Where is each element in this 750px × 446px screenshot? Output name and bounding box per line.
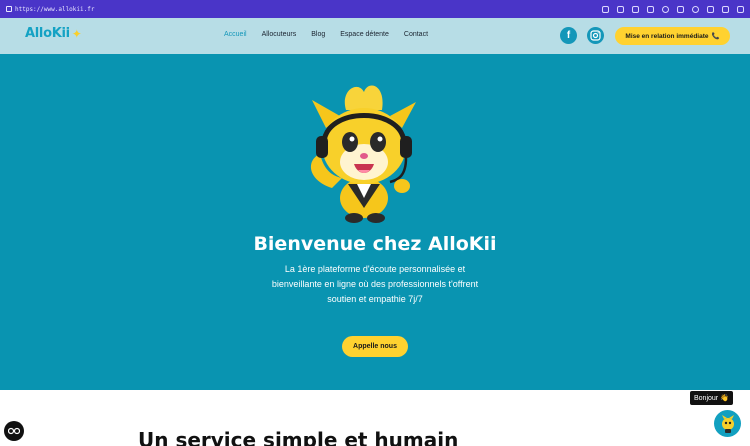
nav-allocuteurs[interactable]: Allocuteurs xyxy=(262,31,297,38)
instant-connect-button[interactable]: Mise en relation immédiate 📞 xyxy=(615,27,730,45)
hero-title: Bienvenue chez AlloKii xyxy=(253,233,497,255)
phone-icon: 📞 xyxy=(711,33,720,40)
chat-button[interactable] xyxy=(714,410,741,437)
logo[interactable]: AlloKii ✦ xyxy=(25,26,82,41)
wave-icon: 👋 xyxy=(720,395,729,402)
settings-icon[interactable] xyxy=(677,5,684,13)
globe-icon[interactable] xyxy=(662,5,669,13)
hero-section: Bienvenue chez AlloKii La 1ère plateform… xyxy=(0,54,750,390)
social-links: f xyxy=(560,27,604,44)
nav-espace-detente[interactable]: Espace détente xyxy=(340,31,389,38)
shield-icon[interactable] xyxy=(707,5,714,13)
nav-blog[interactable]: Blog xyxy=(311,31,325,38)
hero-subtitle: La 1ère plateforme d'écoute personnalisé… xyxy=(271,264,479,304)
mascot-avatar-icon xyxy=(721,414,734,433)
nav-accueil[interactable]: Accueil xyxy=(224,31,247,38)
camera-icon[interactable] xyxy=(632,5,639,13)
chat-tooltip-text: Bonjour xyxy=(694,394,719,402)
lock-icon xyxy=(6,6,12,12)
logo-text: AlloKii xyxy=(25,26,70,41)
browser-bar: https://www.allokii.fr xyxy=(0,0,750,18)
screenshot-icon[interactable] xyxy=(617,5,624,13)
chat-tooltip: Bonjour 👋 xyxy=(690,391,733,405)
accessibility-button[interactable] xyxy=(4,421,24,441)
instagram-icon[interactable] xyxy=(587,27,604,44)
main-nav: Accueil Allocuteurs Blog Espace détente … xyxy=(224,31,428,38)
eye-icon[interactable] xyxy=(692,5,699,13)
address-bar[interactable]: https://www.allokii.fr xyxy=(6,6,94,13)
extension-icon[interactable] xyxy=(647,5,654,13)
glasses-icon xyxy=(8,427,20,435)
instant-connect-label: Mise en relation immédiate xyxy=(625,32,709,40)
browser-toolbar xyxy=(602,5,744,13)
nav-contact[interactable]: Contact xyxy=(404,31,428,38)
link-icon[interactable] xyxy=(602,5,609,13)
profile-icon[interactable] xyxy=(722,5,729,13)
url-text: https://www.allokii.fr xyxy=(15,5,95,13)
call-us-button[interactable]: Appelle nous xyxy=(342,336,408,357)
facebook-icon[interactable]: f xyxy=(560,27,577,44)
sparkle-icon: ✦ xyxy=(71,26,82,41)
mascot-illustration xyxy=(310,85,416,223)
section-title: Un service simple et humain xyxy=(138,428,459,446)
site-header: AlloKii ✦ Accueil Allocuteurs Blog Espac… xyxy=(0,18,750,54)
menu-icon[interactable] xyxy=(737,5,744,13)
